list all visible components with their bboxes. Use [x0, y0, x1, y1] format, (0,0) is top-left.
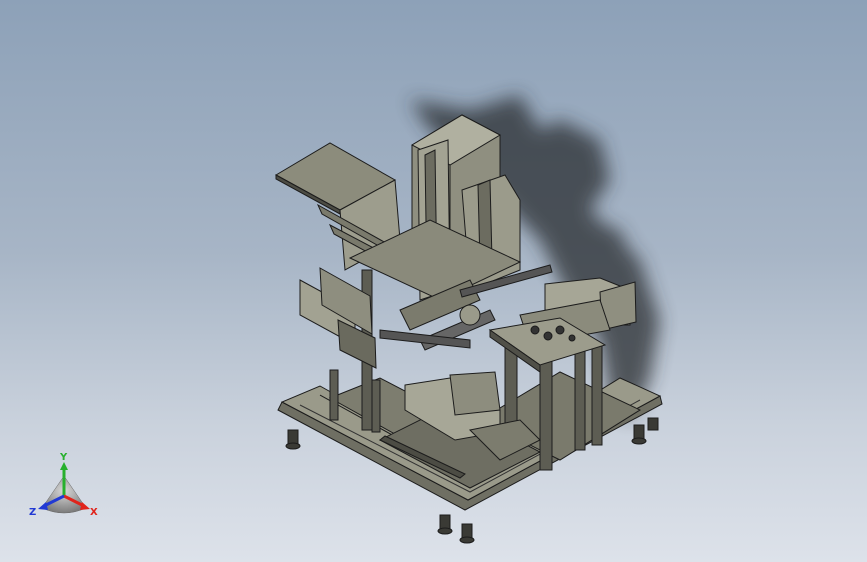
machine-assembly-model[interactable] — [0, 0, 867, 562]
cad-3d-viewport[interactable]: Y X Z — [0, 0, 867, 562]
triad-x-label: X — [90, 507, 98, 518]
triad-z-label: Z — [29, 507, 36, 518]
triad-y-label: Y — [59, 452, 68, 463]
orientation-triad[interactable]: Y X Z — [22, 448, 106, 524]
